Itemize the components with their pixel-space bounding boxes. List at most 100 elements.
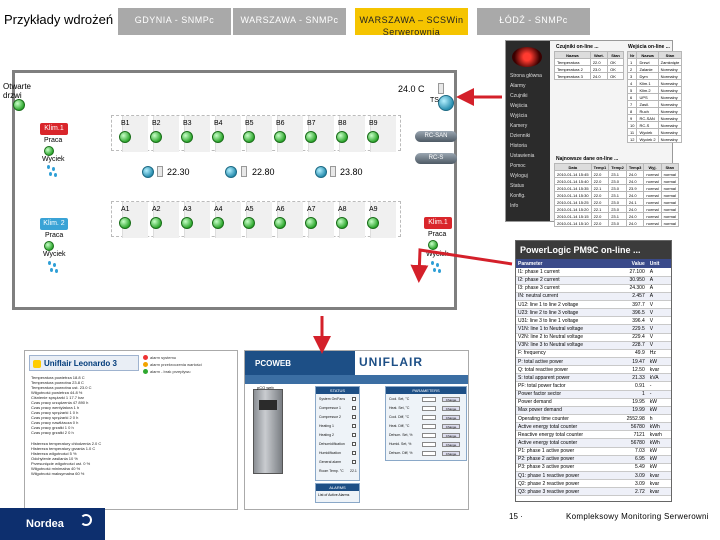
value-cell: 21.33 <box>612 373 648 383</box>
table-row: Q: total reactive power 12.50 kvar <box>516 365 671 375</box>
parameter-input[interactable] <box>422 397 436 402</box>
tab-gdynia[interactable]: GDYNIA - SNMPc <box>118 8 231 35</box>
tab-warszawa-scswin[interactable]: WARSZAWA – SCSWin Serwerownia <box>355 8 468 37</box>
status-checkbox[interactable] <box>352 442 356 446</box>
input-row: 3 Dym Normalny <box>626 72 683 80</box>
rack-sensor-icon[interactable] <box>305 131 317 143</box>
aisle-sensor-icon[interactable] <box>142 166 154 178</box>
rack-sensor-icon[interactable] <box>181 131 193 143</box>
rc-s-button[interactable]: RC-S <box>415 153 457 164</box>
status-checkbox[interactable] <box>352 415 356 419</box>
top-temp-sensor-icon[interactable] <box>438 95 454 111</box>
rack-sensor-icon[interactable] <box>336 131 348 143</box>
sidebar-item[interactable]: Kamery <box>510 123 527 129</box>
status-box: STATUS System On/Fans Compressor 1 Compres… <box>315 386 360 481</box>
change-button[interactable]: Change <box>442 442 460 447</box>
change-button[interactable]: Change <box>442 397 460 402</box>
unit-cell: kVA <box>647 373 671 383</box>
sidebar-item[interactable]: Konfig. <box>510 193 526 199</box>
change-button[interactable]: Change <box>442 415 460 420</box>
table-cell: 2010-01-14 15:35 <box>554 184 592 192</box>
door-sensor-icon[interactable] <box>13 99 25 111</box>
klim3-badge[interactable]: Klim.1 <box>424 217 452 229</box>
sidebar-item[interactable]: Ustawienia <box>510 153 534 159</box>
sidebar-item[interactable]: Strona główna <box>510 73 542 79</box>
rack-sensor-icon[interactable] <box>274 217 286 229</box>
rack-sensor-icon[interactable] <box>367 217 379 229</box>
sidebar-item[interactable]: Wejścia <box>510 103 527 109</box>
sidebar-item[interactable]: Historia <box>510 143 527 149</box>
aisle-temp-1: 22.30 <box>167 167 190 177</box>
value-cell: 3.09 <box>612 479 648 489</box>
sidebar-item[interactable]: Pomoc <box>510 163 526 169</box>
rack-label: B6 <box>276 120 285 127</box>
sidebar-item[interactable]: Info <box>510 203 518 209</box>
rack-sensor-icon[interactable] <box>367 131 379 143</box>
rack-sensor-icon[interactable] <box>243 217 255 229</box>
rack-sensor-icon[interactable] <box>181 217 193 229</box>
value-cell: 2552.98 <box>612 414 648 424</box>
unit-cell: V <box>647 308 671 318</box>
rack-sensor-icon[interactable] <box>119 131 131 143</box>
rack-label: A3 <box>183 206 192 213</box>
change-button[interactable]: Change <box>442 433 460 438</box>
table-cell: 23.9 <box>625 184 645 192</box>
parameter-input[interactable] <box>422 406 436 411</box>
sidebar-item[interactable]: Alarmy <box>510 83 526 89</box>
rack-sensor-icon[interactable] <box>119 217 131 229</box>
status-checkbox[interactable] <box>352 397 356 401</box>
parameter-input[interactable] <box>422 433 436 438</box>
status-checkbox[interactable] <box>352 406 356 410</box>
sidebar-item[interactable]: Wyjścia <box>510 113 527 119</box>
rc-san-button[interactable]: RC-SAN <box>415 131 457 142</box>
rack-sensor-icon[interactable] <box>212 217 224 229</box>
rack-sensor-icon[interactable] <box>150 217 162 229</box>
status-checkbox[interactable] <box>352 451 356 455</box>
aisle-sensor-icon[interactable] <box>315 166 327 178</box>
parameter-cell: Q: total reactive power <box>516 365 613 375</box>
parameter-row: Humid. Set, % <box>389 442 412 446</box>
sidebar-item[interactable]: Dzienniki <box>510 133 530 139</box>
klim1-badge[interactable]: Klim.1 <box>40 123 68 135</box>
table-cell: Normalny <box>657 65 683 73</box>
status-checkbox[interactable] <box>352 460 356 464</box>
change-button[interactable]: Change <box>442 424 460 429</box>
leonardo-screenshot: Uniflair Leonardo 3 alarm systemu alarm … <box>24 350 238 510</box>
parameter-input[interactable] <box>422 442 436 447</box>
sidebar-item[interactable]: Status <box>510 183 524 189</box>
parameter-input[interactable] <box>422 451 436 456</box>
table-cell: 23.0 <box>608 219 627 227</box>
change-button[interactable]: Change <box>442 451 460 456</box>
sidebar-item[interactable]: Wyloguj <box>510 173 528 179</box>
value-line: Czas pracy grzałki 2 0 h <box>31 430 74 435</box>
tab-lodz[interactable]: ŁÓDŹ - SNMPc <box>477 8 590 35</box>
rack-sensor-icon[interactable] <box>274 131 286 143</box>
tab-warszawa-snmpc[interactable]: WARSZAWA - SNMPc <box>233 8 346 35</box>
klim3-state: Praca <box>428 231 447 238</box>
value-cell: 5.49 <box>612 463 648 473</box>
table-cell: 6 <box>626 93 638 101</box>
parameter-cell: Q3: phase 3 reactive power <box>516 487 613 497</box>
change-button[interactable]: Change <box>442 406 460 411</box>
klim2-badge[interactable]: Klim. 2 <box>40 218 68 230</box>
rack-label: B5 <box>245 120 254 127</box>
rack-label: B4 <box>214 120 223 127</box>
leak-drops-icon <box>47 165 59 179</box>
rack-sensor-icon[interactable] <box>243 131 255 143</box>
rack-sensor-icon[interactable] <box>305 217 317 229</box>
table-cell: normal <box>643 177 662 185</box>
unit-cell: kvar <box>647 471 671 481</box>
parameter-input[interactable] <box>422 415 436 420</box>
aisle-sensor-icon[interactable] <box>225 166 237 178</box>
status-checkbox[interactable] <box>352 433 356 437</box>
table-row: P2: phase 2 active power 6.95 kW <box>516 455 671 464</box>
table-cell: Normalny <box>657 107 683 115</box>
rack-sensor-icon[interactable] <box>336 217 348 229</box>
rack-sensor-icon[interactable] <box>212 131 224 143</box>
rack-sensor-icon[interactable] <box>150 131 162 143</box>
status-checkbox[interactable] <box>352 424 356 428</box>
parameter-input[interactable] <box>422 424 436 429</box>
alarms-box: ALARMS List of Active Alarms <box>315 483 360 503</box>
sidebar-item[interactable]: Czujniki <box>510 93 528 99</box>
value-cell: 396.5 <box>612 308 648 318</box>
